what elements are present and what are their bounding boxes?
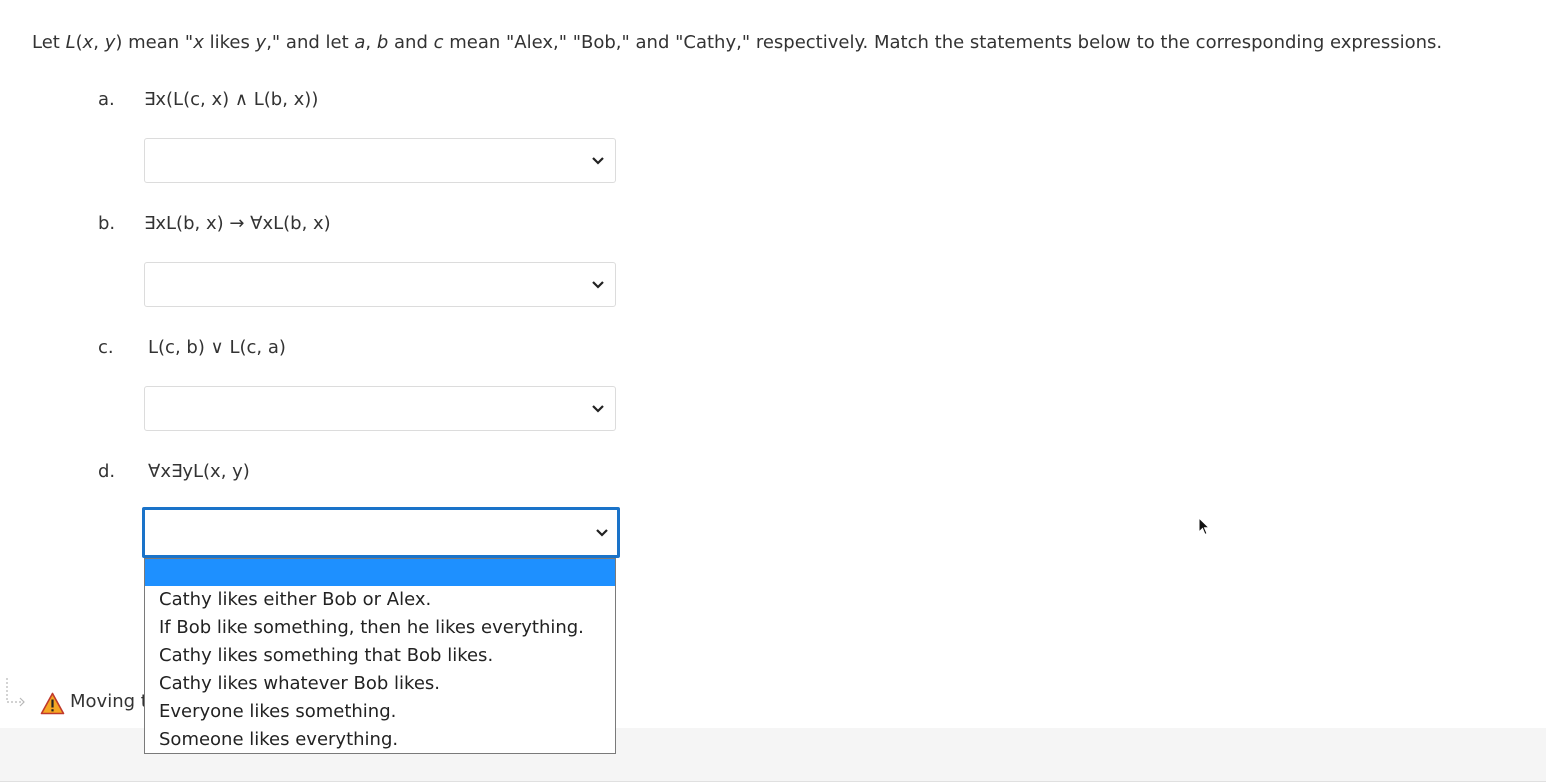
question-c-expression: L(c, b) ∨ L(c, a) <box>148 337 286 358</box>
question-b-letter: b. <box>98 213 116 234</box>
question-d-letter: d. <box>98 461 116 482</box>
instr-part: x <box>82 32 94 53</box>
dropdown-option[interactable]: If Bob like something, then he likes eve… <box>145 614 615 642</box>
question-a-letter: a. <box>98 89 115 110</box>
instr-part: ) mean " <box>115 32 194 53</box>
instr-part: a <box>354 32 366 53</box>
question-b-expression: ∃xL(b, x) → ∀xL(b, x) <box>144 213 331 234</box>
chevron-down-icon <box>592 156 604 165</box>
instr-part: likes <box>203 32 256 53</box>
quiz-page: Let L(x, y) mean "x likes y," and let a,… <box>0 0 1546 784</box>
instr-part: mean "Alex," "Bob," and "Cathy," respect… <box>443 32 1443 53</box>
dropdown-option[interactable]: Cathy likes either Bob or Alex. <box>145 586 615 614</box>
dropdown-options-list[interactable]: Cathy likes either Bob or Alex. If Bob l… <box>144 558 616 754</box>
dropdown-option[interactable]: Cathy likes whatever Bob likes. <box>145 670 615 698</box>
mouse-cursor-icon <box>1198 517 1210 536</box>
chevron-down-icon <box>596 528 608 537</box>
question-d-select[interactable] <box>142 507 620 558</box>
return-arrow-icon <box>6 678 25 707</box>
instr-part: ," and let <box>266 32 355 53</box>
instr-part: b <box>376 32 389 53</box>
dropdown-option[interactable]: Everyone likes something. <box>145 698 615 726</box>
dropdown-option[interactable]: Cathy likes something that Bob likes. <box>145 642 615 670</box>
dropdown-option-blank[interactable] <box>145 559 615 586</box>
instr-part: L <box>65 32 76 53</box>
instr-part: and <box>388 32 434 53</box>
question-c-letter: c. <box>98 337 114 358</box>
instr-part: x <box>193 32 204 53</box>
question-c-select[interactable] <box>144 386 616 431</box>
instr-part: y <box>104 32 116 53</box>
dropdown-option[interactable]: Someone likes everything. <box>145 726 615 754</box>
question-a-expression: ∃x(L(c, x) ∧ L(b, x)) <box>144 89 319 110</box>
instr-part: , <box>93 32 105 53</box>
instr-part: ( <box>75 32 83 53</box>
instructions-text: Let L(x, y) mean "x likes y," and let a,… <box>32 31 1442 55</box>
question-d-expression: ∀x∃yL(x, y) <box>148 461 250 482</box>
instr-part: Let <box>32 32 66 53</box>
question-b-select[interactable] <box>144 262 616 307</box>
instr-part: y <box>255 32 267 53</box>
chevron-down-icon <box>592 280 604 289</box>
instr-part: c <box>433 32 444 53</box>
question-a-select[interactable] <box>144 138 616 183</box>
warning-icon <box>40 692 65 715</box>
warning-text: Moving t <box>70 691 144 712</box>
chevron-down-icon <box>592 404 604 413</box>
instr-part: , <box>365 32 377 53</box>
